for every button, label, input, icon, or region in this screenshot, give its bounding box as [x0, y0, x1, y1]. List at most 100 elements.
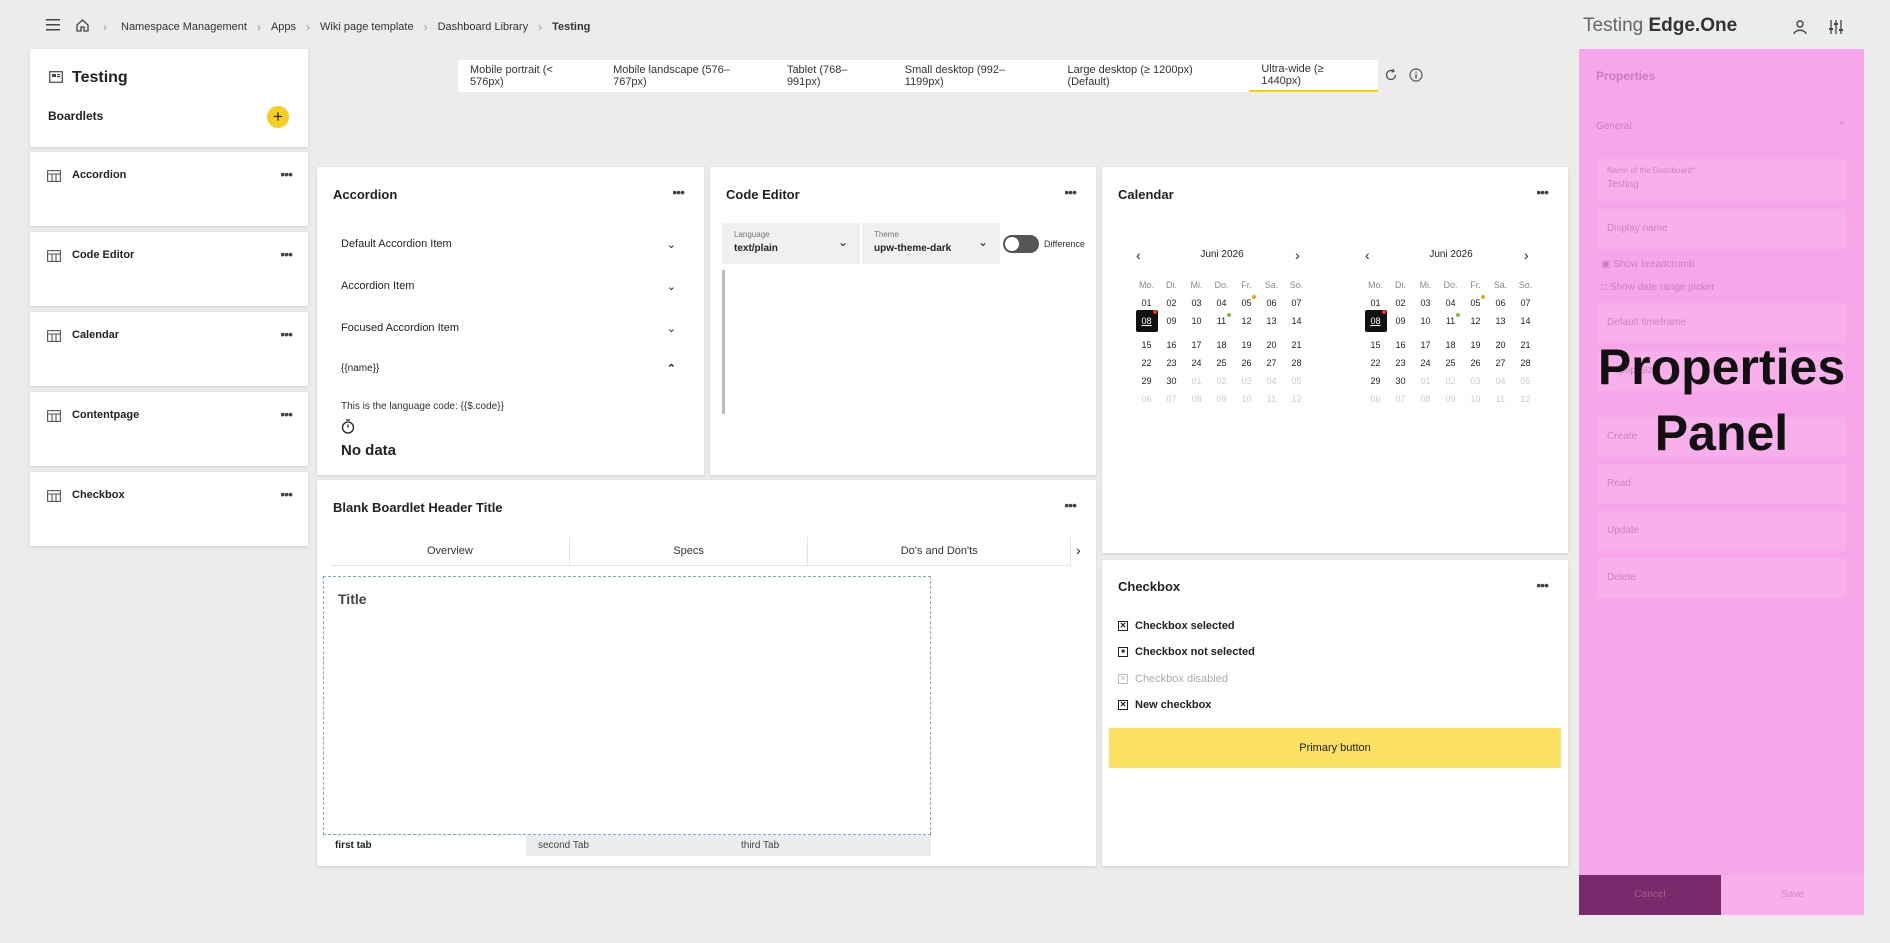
calendar-day[interactable]: 09 — [1159, 316, 1184, 332]
checkbox-item[interactable]: ✕ New checkbox — [1118, 699, 1211, 711]
more-options-icon[interactable]: ••• — [280, 486, 293, 502]
calendar-day[interactable]: 09 — [1388, 316, 1413, 332]
calendar-day[interactable]: 21 — [1513, 340, 1538, 350]
calendar-day[interactable]: 17 — [1413, 340, 1438, 350]
calendar-day[interactable]: 22 — [1363, 358, 1388, 368]
calendar-day[interactable]: 04 — [1209, 298, 1234, 308]
show-breadcrumb-checkbox[interactable]: ▣ Show breadcrumb — [1601, 259, 1694, 270]
add-boardlet-button[interactable]: + — [267, 106, 289, 128]
accordion-item-expanded[interactable]: {{name}} ⌃ — [341, 358, 676, 378]
delete-section[interactable]: Delete — [1597, 558, 1845, 598]
breadcrumb-item[interactable]: Namespace Management — [121, 21, 247, 33]
accordion-item[interactable]: Focused Accordion Item ⌄ — [341, 318, 676, 338]
language-select[interactable]: Language text/plain ⌄ — [722, 223, 860, 264]
sidebar-item-contentpage[interactable]: Contentpage ••• — [30, 392, 308, 466]
calendar-day[interactable]: 05 — [1234, 295, 1259, 308]
calendar-day[interactable]: 28 — [1513, 358, 1538, 368]
calendar-day[interactable]: 10 — [1184, 316, 1209, 332]
calendar-day[interactable]: 11 — [1438, 313, 1463, 332]
calendar-day[interactable]: 01 — [1363, 298, 1388, 308]
more-options-icon[interactable]: ••• — [1536, 577, 1549, 593]
breadcrumb-item[interactable]: Wiki page template — [320, 21, 414, 33]
calendar-day[interactable]: 13 — [1488, 316, 1513, 332]
calendar-day[interactable]: 26 — [1234, 358, 1259, 368]
update-section[interactable]: Update — [1597, 511, 1845, 551]
viewport-tab-small-desktop[interactable]: Small desktop (992–1199px) — [893, 60, 1056, 92]
calendar-day[interactable]: 16 — [1159, 340, 1184, 350]
calendar-day[interactable]: 02 — [1388, 298, 1413, 308]
refresh-icon[interactable] — [1384, 68, 1398, 85]
calendar-day[interactable]: 17 — [1184, 340, 1209, 350]
more-options-icon[interactable]: ••• — [280, 166, 293, 182]
info-icon[interactable] — [1409, 68, 1423, 85]
viewport-tab-ultra-wide[interactable]: Ultra-wide (≥ 1440px) — [1249, 60, 1378, 92]
breadcrumb-item[interactable]: Apps — [271, 21, 296, 33]
calendar-day[interactable]: 13 — [1259, 316, 1284, 332]
sidebar-item-code-editor[interactable]: Code Editor ••• — [30, 232, 308, 306]
more-options-icon[interactable]: ••• — [1064, 497, 1077, 513]
calendar-day[interactable]: 29 — [1363, 376, 1388, 386]
calendar-day[interactable]: 20 — [1259, 340, 1284, 350]
sliders-icon[interactable] — [1828, 19, 1844, 38]
calendar-day[interactable]: 25 — [1438, 358, 1463, 368]
next-month-icon[interactable]: › — [1295, 247, 1300, 263]
viewport-tab-mobile-portrait[interactable]: Mobile portrait (< 576px) — [458, 60, 601, 92]
accordion-item[interactable]: Accordion Item ⌄ — [341, 276, 676, 296]
calendar-day[interactable]: 12 — [1234, 316, 1259, 332]
calendar-day[interactable]: 27 — [1488, 358, 1513, 368]
calendar-day[interactable]: 18 — [1209, 340, 1234, 350]
general-section[interactable]: General ⌃ — [1596, 121, 1846, 132]
checkbox-checked-icon[interactable]: ✕ — [1118, 700, 1128, 710]
calendar-day[interactable]: 30 — [1159, 376, 1184, 386]
sidebar-item-checkbox[interactable]: Checkbox ••• — [30, 472, 308, 546]
viewport-tab-large-desktop[interactable]: Large desktop (≥ 1200px) (Default) — [1055, 60, 1249, 92]
calendar-day[interactable]: 05 — [1463, 295, 1488, 308]
difference-toggle[interactable] — [1003, 235, 1039, 253]
calendar-day[interactable]: 12 — [1463, 316, 1488, 332]
calendar-day[interactable]: 14 — [1284, 316, 1309, 332]
checkbox-item[interactable]: ✕ Checkbox selected — [1118, 620, 1235, 632]
calendar-day[interactable]: 28 — [1284, 358, 1309, 368]
tab-third[interactable]: third Tab — [729, 835, 931, 856]
calendar-day[interactable]: 24 — [1413, 358, 1438, 368]
home-icon[interactable] — [75, 18, 90, 36]
calendar-day-today[interactable]: 08 — [1363, 310, 1388, 332]
calendar-day[interactable]: 16 — [1388, 340, 1413, 350]
more-options-icon[interactable]: ••• — [672, 184, 685, 200]
calendar-day[interactable]: 26 — [1463, 358, 1488, 368]
calendar-day[interactable]: 03 — [1413, 298, 1438, 308]
calendar-day[interactable]: 07 — [1284, 298, 1309, 308]
calendar-day[interactable]: 23 — [1159, 358, 1184, 368]
calendar-day[interactable]: 25 — [1209, 358, 1234, 368]
save-button[interactable]: Save — [1721, 875, 1864, 915]
checkbox-item[interactable]: ■ Checkbox not selected — [1118, 646, 1255, 658]
code-editor-area[interactable] — [722, 270, 1082, 414]
cancel-button[interactable]: Cancel — [1579, 875, 1721, 915]
calendar-day[interactable]: 11 — [1209, 313, 1234, 332]
calendar-day[interactable]: 21 — [1284, 340, 1309, 350]
calendar-day[interactable]: 01 — [1134, 298, 1159, 308]
more-options-icon[interactable]: ••• — [1536, 184, 1549, 200]
calendar-day-today[interactable]: 08 — [1134, 310, 1159, 332]
accordion-item[interactable]: Default Accordion Item ⌄ — [341, 234, 676, 254]
calendar-day[interactable]: 24 — [1184, 358, 1209, 368]
calendar-day[interactable]: 27 — [1259, 358, 1284, 368]
tab-second[interactable]: second Tab — [526, 835, 729, 856]
calendar-day[interactable]: 15 — [1363, 340, 1388, 350]
viewport-tab-mobile-landscape[interactable]: Mobile landscape (576–767px) — [601, 60, 775, 92]
tab-overview[interactable]: Overview — [331, 537, 570, 565]
calendar-day[interactable]: 19 — [1463, 340, 1488, 350]
calendar-day[interactable]: 06 — [1259, 298, 1284, 308]
menu-icon[interactable] — [46, 19, 60, 31]
sidebar-item-accordion[interactable]: Accordion ••• — [30, 152, 308, 226]
calendar-day[interactable]: 18 — [1438, 340, 1463, 350]
more-options-icon[interactable]: ••• — [1064, 184, 1077, 200]
calendar-day[interactable]: 03 — [1184, 298, 1209, 308]
calendar-day[interactable]: 15 — [1134, 340, 1159, 350]
calendar-day[interactable]: 29 — [1134, 376, 1159, 386]
more-options-icon[interactable]: ••• — [280, 406, 293, 422]
chevron-right-icon[interactable]: › — [1076, 542, 1081, 558]
calendar-day[interactable]: 02 — [1159, 298, 1184, 308]
user-settings-icon[interactable] — [1792, 19, 1808, 38]
more-options-icon[interactable]: ••• — [280, 326, 293, 342]
